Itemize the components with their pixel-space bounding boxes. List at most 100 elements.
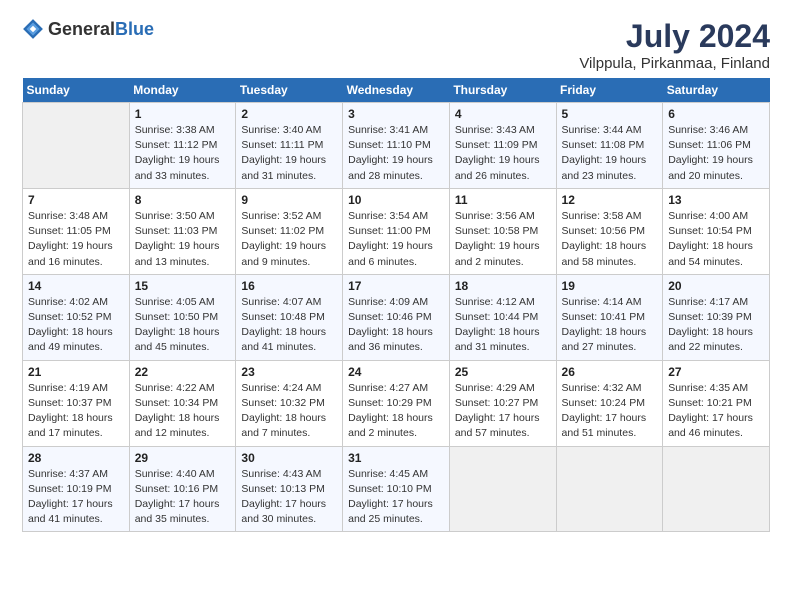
subtitle: Vilppula, Pirkanmaa, Finland	[579, 55, 770, 72]
day-detail: Sunrise: 4:22 AM Sunset: 10:34 PM Daylig…	[135, 381, 231, 442]
day-cell: 22 Sunrise: 4:22 AM Sunset: 10:34 PM Dayl…	[129, 360, 236, 446]
day-detail: Sunrise: 4:02 AM Sunset: 10:52 PM Daylig…	[28, 295, 124, 356]
week-row-4: 28 Sunrise: 4:37 AM Sunset: 10:19 PM Dayl…	[23, 446, 770, 532]
main-title: July 2024	[579, 18, 770, 55]
day-cell: 12 Sunrise: 3:58 AM Sunset: 10:56 PM Dayl…	[556, 188, 663, 274]
day-cell: 9Sunrise: 3:52 AM Sunset: 11:02 PM Dayli…	[236, 188, 343, 274]
calendar-body: 1 Sunrise: 3:38 AM Sunset: 11:12 PM Dayli…	[23, 103, 770, 532]
day-number: 19	[562, 279, 658, 293]
day-detail: Sunrise: 3:56 AM Sunset: 10:58 PM Daylig…	[455, 209, 551, 270]
day-number: 2	[241, 107, 337, 121]
day-cell: 11 Sunrise: 3:56 AM Sunset: 10:58 PM Dayl…	[449, 188, 556, 274]
day-number: 6	[668, 107, 764, 121]
day-cell: 4Sunrise: 3:43 AM Sunset: 11:09 PM Dayli…	[449, 103, 556, 189]
day-cell: 23 Sunrise: 4:24 AM Sunset: 10:32 PM Dayl…	[236, 360, 343, 446]
logo-blue: Blue	[115, 19, 154, 39]
day-number: 5	[562, 107, 658, 121]
day-number: 27	[668, 365, 764, 379]
day-detail: Sunrise: 3:46 AM Sunset: 11:06 PM Daylig…	[668, 123, 764, 184]
day-number: 28	[28, 451, 124, 465]
day-detail: Sunrise: 4:37 AM Sunset: 10:19 PM Daylig…	[28, 467, 124, 528]
day-number: 23	[241, 365, 337, 379]
day-cell: 18Sunrise: 4:12 AM Sunset: 10:44 PM Dayl…	[449, 274, 556, 360]
day-detail: Sunrise: 3:48 AM Sunset: 11:05 PM Daylig…	[28, 209, 124, 270]
day-number: 17	[348, 279, 444, 293]
day-number: 11	[455, 193, 551, 207]
day-detail: Sunrise: 3:50 AM Sunset: 11:03 PM Daylig…	[135, 209, 231, 270]
day-detail: Sunrise: 4:29 AM Sunset: 10:27 PM Daylig…	[455, 381, 551, 442]
day-number: 20	[668, 279, 764, 293]
day-number: 4	[455, 107, 551, 121]
day-cell: 7 Sunrise: 3:48 AM Sunset: 11:05 PM Dayli…	[23, 188, 130, 274]
day-number: 24	[348, 365, 444, 379]
day-detail: Sunrise: 4:27 AM Sunset: 10:29 PM Daylig…	[348, 381, 444, 442]
day-cell	[556, 446, 663, 532]
header-cell-wednesday: Wednesday	[343, 78, 450, 103]
day-cell: 16 Sunrise: 4:07 AM Sunset: 10:48 PM Dayl…	[236, 274, 343, 360]
day-detail: Sunrise: 4:19 AM Sunset: 10:37 PM Daylig…	[28, 381, 124, 442]
day-number: 21	[28, 365, 124, 379]
logo-icon	[22, 18, 44, 40]
day-number: 18	[455, 279, 551, 293]
day-detail: Sunrise: 4:07 AM Sunset: 10:48 PM Daylig…	[241, 295, 337, 356]
week-row-2: 14 Sunrise: 4:02 AM Sunset: 10:52 PM Dayl…	[23, 274, 770, 360]
day-number: 1	[135, 107, 231, 121]
calendar-header: SundayMondayTuesdayWednesdayThursdayFrid…	[23, 78, 770, 103]
header-cell-monday: Monday	[129, 78, 236, 103]
day-detail: Sunrise: 4:17 AM Sunset: 10:39 PM Daylig…	[668, 295, 764, 356]
day-cell: 25 Sunrise: 4:29 AM Sunset: 10:27 PM Dayl…	[449, 360, 556, 446]
day-detail: Sunrise: 3:40 AM Sunset: 11:11 PM Daylig…	[241, 123, 337, 184]
day-number: 14	[28, 279, 124, 293]
day-detail: Sunrise: 4:35 AM Sunset: 10:21 PM Daylig…	[668, 381, 764, 442]
week-row-0: 1 Sunrise: 3:38 AM Sunset: 11:12 PM Dayli…	[23, 103, 770, 189]
day-number: 13	[668, 193, 764, 207]
day-cell: 26Sunrise: 4:32 AM Sunset: 10:24 PM Dayl…	[556, 360, 663, 446]
logo-general: General	[48, 19, 115, 39]
day-cell: 27 Sunrise: 4:35 AM Sunset: 10:21 PM Dayl…	[663, 360, 770, 446]
day-number: 12	[562, 193, 658, 207]
day-cell: 1 Sunrise: 3:38 AM Sunset: 11:12 PM Dayli…	[129, 103, 236, 189]
day-cell: 13 Sunrise: 4:00 AM Sunset: 10:54 PM Dayl…	[663, 188, 770, 274]
day-detail: Sunrise: 4:24 AM Sunset: 10:32 PM Daylig…	[241, 381, 337, 442]
title-block: July 2024 Vilppula, Pirkanmaa, Finland	[579, 18, 770, 72]
header-row: SundayMondayTuesdayWednesdayThursdayFrid…	[23, 78, 770, 103]
day-number: 8	[135, 193, 231, 207]
day-cell: 17Sunrise: 4:09 AM Sunset: 10:46 PM Dayl…	[343, 274, 450, 360]
day-detail: Sunrise: 4:05 AM Sunset: 10:50 PM Daylig…	[135, 295, 231, 356]
day-cell	[449, 446, 556, 532]
header-cell-friday: Friday	[556, 78, 663, 103]
day-detail: Sunrise: 3:54 AM Sunset: 11:00 PM Daylig…	[348, 209, 444, 270]
day-cell: 14 Sunrise: 4:02 AM Sunset: 10:52 PM Dayl…	[23, 274, 130, 360]
day-cell: 15 Sunrise: 4:05 AM Sunset: 10:50 PM Dayl…	[129, 274, 236, 360]
day-number: 22	[135, 365, 231, 379]
day-number: 7	[28, 193, 124, 207]
day-detail: Sunrise: 3:58 AM Sunset: 10:56 PM Daylig…	[562, 209, 658, 270]
calendar-table: SundayMondayTuesdayWednesdayThursdayFrid…	[22, 78, 770, 532]
header-cell-saturday: Saturday	[663, 78, 770, 103]
day-number: 29	[135, 451, 231, 465]
day-cell: 2 Sunrise: 3:40 AM Sunset: 11:11 PM Dayli…	[236, 103, 343, 189]
day-cell	[663, 446, 770, 532]
day-detail: Sunrise: 3:41 AM Sunset: 11:10 PM Daylig…	[348, 123, 444, 184]
day-cell: 3Sunrise: 3:41 AM Sunset: 11:10 PM Dayli…	[343, 103, 450, 189]
day-cell: 31 Sunrise: 4:45 AM Sunset: 10:10 PM Dayl…	[343, 446, 450, 532]
day-cell: 28 Sunrise: 4:37 AM Sunset: 10:19 PM Dayl…	[23, 446, 130, 532]
header-cell-thursday: Thursday	[449, 78, 556, 103]
day-cell: 5Sunrise: 3:44 AM Sunset: 11:08 PM Dayli…	[556, 103, 663, 189]
day-number: 15	[135, 279, 231, 293]
page-container: GeneralBlue July 2024 Vilppula, Pirkanma…	[0, 0, 792, 542]
day-detail: Sunrise: 4:40 AM Sunset: 10:16 PM Daylig…	[135, 467, 231, 528]
header-cell-sunday: Sunday	[23, 78, 130, 103]
day-detail: Sunrise: 4:00 AM Sunset: 10:54 PM Daylig…	[668, 209, 764, 270]
day-number: 25	[455, 365, 551, 379]
logo: GeneralBlue	[22, 18, 154, 40]
day-number: 10	[348, 193, 444, 207]
day-number: 30	[241, 451, 337, 465]
day-number: 31	[348, 451, 444, 465]
day-detail: Sunrise: 4:14 AM Sunset: 10:41 PM Daylig…	[562, 295, 658, 356]
day-detail: Sunrise: 3:38 AM Sunset: 11:12 PM Daylig…	[135, 123, 231, 184]
day-detail: Sunrise: 4:45 AM Sunset: 10:10 PM Daylig…	[348, 467, 444, 528]
week-row-3: 21 Sunrise: 4:19 AM Sunset: 10:37 PM Dayl…	[23, 360, 770, 446]
day-detail: Sunrise: 4:43 AM Sunset: 10:13 PM Daylig…	[241, 467, 337, 528]
day-number: 16	[241, 279, 337, 293]
